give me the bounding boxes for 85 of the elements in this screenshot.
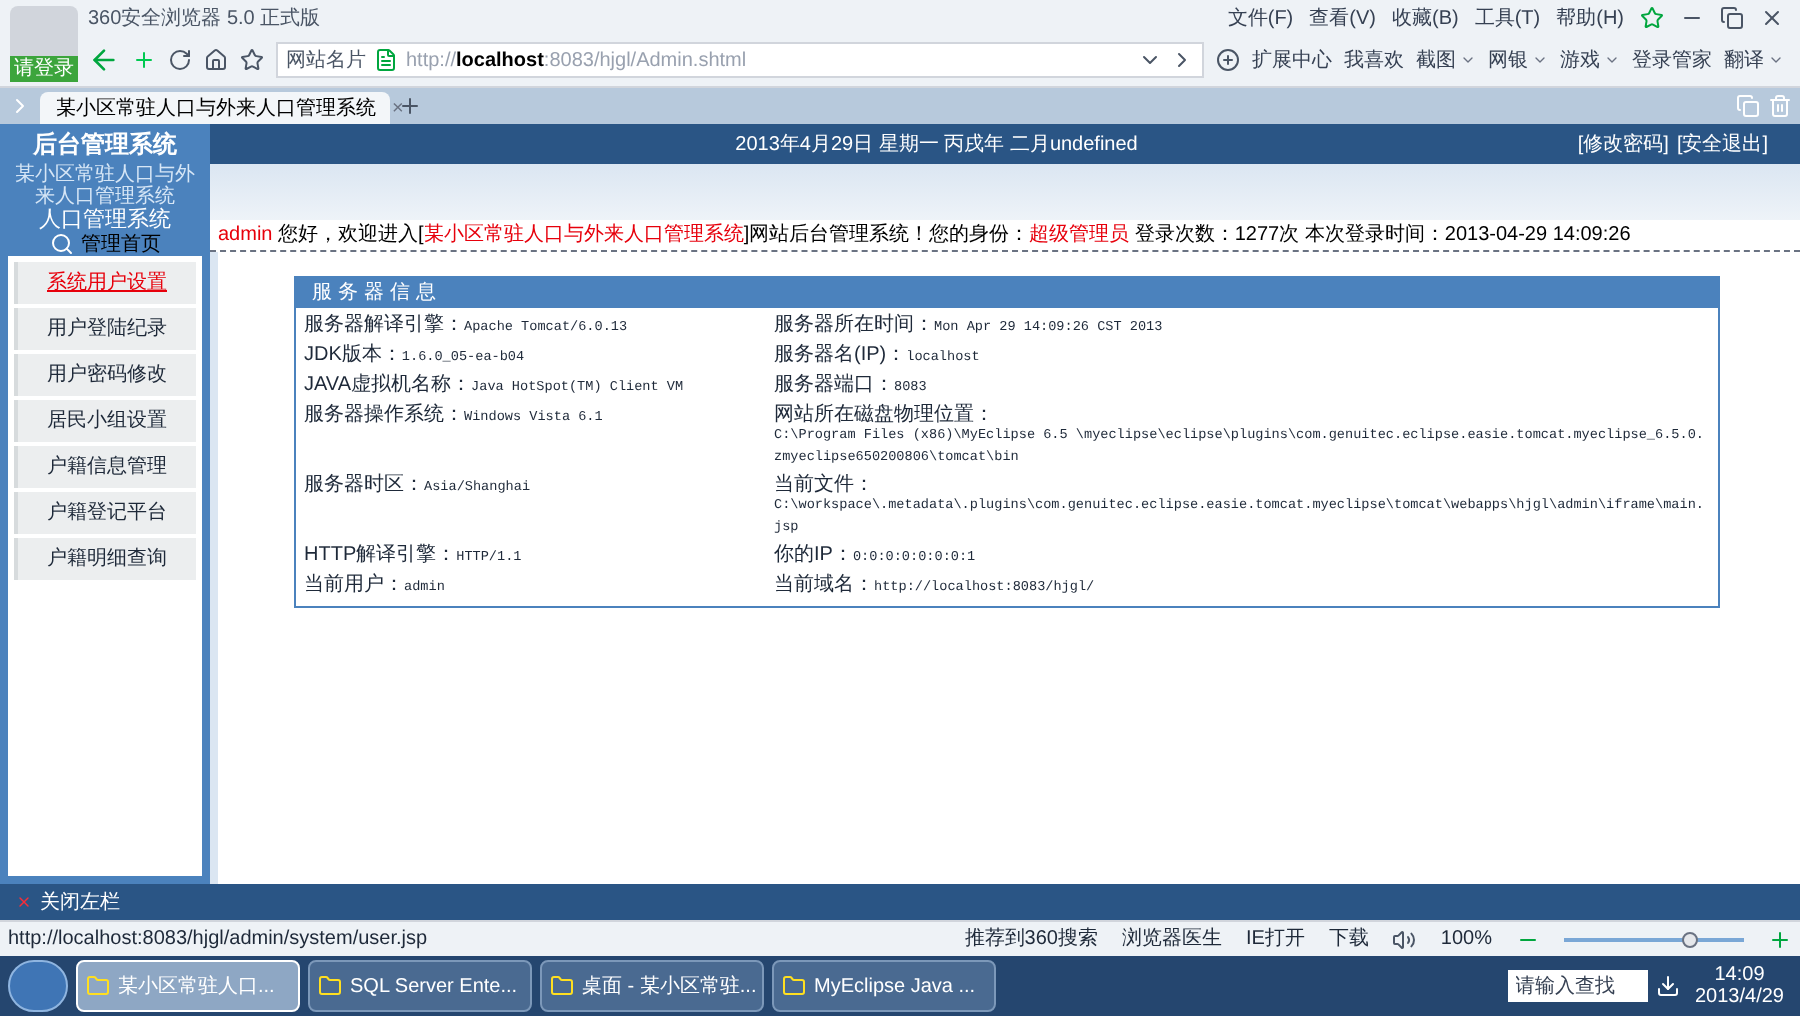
- taskbar-item[interactable]: SQL Server Ente...: [308, 960, 532, 1012]
- window-title: 360安全浏览器 5.0 正式版: [88, 5, 321, 33]
- restore-icon: [1736, 94, 1760, 118]
- status-url: http://localhost:8083/hjgl/admin/system/user.jsp: [8, 926, 430, 954]
- home-link[interactable]: 管理首页: [81, 233, 161, 255]
- close-sidebar-link[interactable]: 关闭左栏: [40, 887, 120, 917]
- sidebar-item[interactable]: 户籍登记平台: [14, 492, 196, 534]
- add-icon: [1216, 48, 1240, 72]
- sidebar-item[interactable]: 户籍信息管理: [14, 446, 196, 488]
- caret-icon: [1532, 52, 1548, 68]
- info-label: JAVA虚拟机名称：: [304, 374, 472, 396]
- info-label: 服务器操作系统：: [304, 404, 464, 426]
- header-link[interactable]: [修改密码]: [1577, 129, 1669, 159]
- extension-button[interactable]: 翻译: [1724, 45, 1784, 75]
- status-button[interactable]: 浏览器医生: [1121, 924, 1222, 954]
- extension-button[interactable]: 扩展中心: [1252, 45, 1332, 75]
- extension-button[interactable]: 我喜欢: [1344, 45, 1404, 75]
- info-label: 服务器名(IP)：: [774, 344, 907, 366]
- zoom-thumb[interactable]: [1682, 931, 1698, 947]
- zoom-in-icon: [1768, 927, 1792, 951]
- menu-item[interactable]: 文件(F): [1227, 3, 1294, 33]
- tab-title: 某小区常驻人口与外来人口管理系统: [56, 95, 376, 123]
- url-text: http://localhost:8083/hjgl/Admin.shtml: [406, 47, 747, 75]
- status-button[interactable]: 推荐到360搜索: [964, 924, 1098, 954]
- back-icon: [88, 44, 120, 76]
- search-field[interactable]: 请输入查找: [1507, 970, 1647, 1002]
- maximize-icon: [1720, 6, 1744, 30]
- header-link[interactable]: [安全退出]: [1676, 129, 1768, 159]
- status-button[interactable]: 下载: [1328, 924, 1369, 954]
- page-icon: [374, 48, 398, 72]
- sidebar-item[interactable]: 居民小组设置: [14, 400, 196, 442]
- refresh-icon: [168, 48, 192, 72]
- close-icon: [16, 894, 32, 910]
- app-icon: [318, 974, 342, 998]
- sidebar-item[interactable]: 系统用户设置: [14, 262, 196, 304]
- menu-item[interactable]: 收藏(B): [1391, 3, 1459, 33]
- date-text: 2013年4月29日 星期一 丙戌年 二月undefined: [735, 131, 1138, 159]
- extension-button[interactable]: 网银: [1488, 45, 1548, 75]
- app-icon: [550, 974, 574, 998]
- info-label: 网站所在磁盘物理位置：: [774, 404, 994, 426]
- extension-button[interactable]: 截图: [1416, 45, 1476, 75]
- panel-title: 服务器信息: [312, 279, 442, 308]
- system-subtitle: 人口管理系统: [39, 208, 171, 232]
- clock-time: 14:09: [1714, 964, 1765, 986]
- zoom-level[interactable]: 100%: [1440, 924, 1492, 954]
- caret-icon: [1460, 52, 1476, 68]
- info-label: 当前域名：: [774, 574, 874, 596]
- menu-item[interactable]: 帮助(H): [1556, 3, 1624, 33]
- info-label: HTTP解译引擎：: [304, 544, 457, 566]
- clock-date: 2013/4/29: [1695, 986, 1784, 1008]
- home-icon: [204, 48, 228, 72]
- info-label: 服务器解译引擎：: [304, 314, 464, 336]
- menu-item[interactable]: 查看(V): [1309, 3, 1376, 33]
- sidebar-item[interactable]: 用户登陆纪录: [14, 308, 196, 350]
- info-label: 你的IP：: [774, 544, 853, 566]
- new-tab-icon: [398, 94, 422, 118]
- extension-button[interactable]: 登录管家: [1632, 45, 1712, 75]
- address-bar[interactable]: 网站名片 http://localhost:8083/hjgl/Admin.shtml: [276, 42, 1204, 78]
- info-label: 当前用户：: [304, 574, 404, 596]
- info-label: JDK版本：: [304, 344, 402, 366]
- login-label: 请登录: [10, 55, 78, 81]
- extension-button[interactable]: 游戏: [1560, 45, 1620, 75]
- trash-icon: [1768, 94, 1792, 118]
- taskbar-item[interactable]: 桌面 - 某小区常驻...: [540, 960, 764, 1012]
- info-label: 当前文件：: [774, 474, 874, 496]
- app-icon: [782, 974, 806, 998]
- status-button[interactable]: IE打开: [1245, 924, 1305, 954]
- info-label: 服务器所在时间：: [774, 314, 934, 336]
- app-icon: [86, 974, 110, 998]
- forward-icon: [132, 48, 156, 72]
- caret-icon: [1768, 52, 1784, 68]
- taskbar-item[interactable]: MyEclipse Java ...: [772, 960, 996, 1012]
- menu-item[interactable]: 工具(T): [1474, 3, 1541, 33]
- close-icon: [1760, 6, 1784, 30]
- system-name: 某小区常驻人口与外来人口管理系统: [13, 164, 197, 208]
- sidebar-item[interactable]: 用户密码修改: [14, 354, 196, 396]
- star-icon: [240, 48, 264, 72]
- caret-icon: [1604, 52, 1620, 68]
- volume-icon: [1392, 927, 1417, 951]
- info-label: 服务器端口：: [774, 374, 894, 396]
- start-button[interactable]: [8, 960, 68, 1012]
- site-card-label: 网站名片: [286, 47, 366, 75]
- sidebar-item[interactable]: 户籍明细查询: [14, 538, 196, 580]
- info-label: 服务器时区：: [304, 474, 424, 496]
- app-title: 后台管理系统: [33, 128, 177, 162]
